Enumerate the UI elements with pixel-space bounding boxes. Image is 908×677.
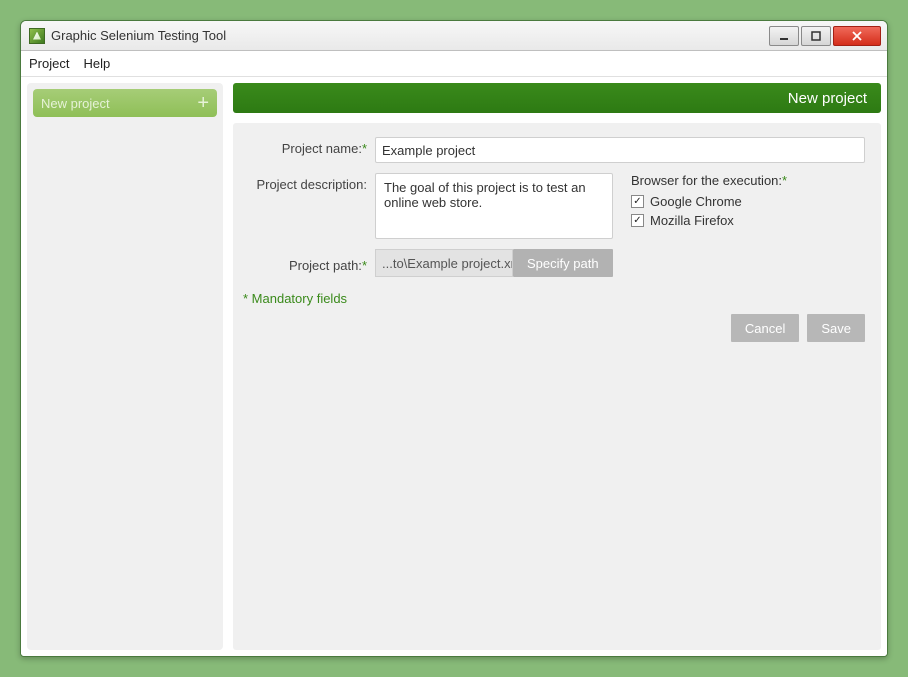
footer-buttons: Cancel Save bbox=[243, 314, 865, 342]
label-project-description: Project description: bbox=[243, 173, 375, 192]
main-panel: New project Project name:* Project descr… bbox=[233, 83, 881, 650]
app-icon bbox=[29, 28, 45, 44]
label-project-path: Project path:* bbox=[243, 254, 375, 273]
main-header: New project bbox=[233, 83, 881, 113]
mandatory-note: * Mandatory fields bbox=[243, 291, 865, 306]
sidebar-item-label: New project bbox=[41, 96, 197, 111]
project-path-display: ...to\Example project.xml bbox=[375, 249, 513, 277]
checkbox-icon: ✓ bbox=[631, 214, 644, 227]
cancel-button[interactable]: Cancel bbox=[731, 314, 799, 342]
menubar: Project Help bbox=[21, 51, 887, 77]
browser-heading: Browser for the execution:* bbox=[631, 173, 787, 188]
row-project-path: Project path:* ...to\Example project.xml… bbox=[243, 249, 865, 277]
form-area: Project name:* Project description: Brow… bbox=[233, 123, 881, 650]
app-window: Graphic Selenium Testing Tool Project He… bbox=[20, 20, 888, 657]
browser-option-chrome[interactable]: ✓ Google Chrome bbox=[631, 194, 787, 209]
menu-project[interactable]: Project bbox=[29, 56, 69, 71]
window-controls bbox=[769, 26, 881, 46]
row-project-name: Project name:* bbox=[243, 137, 865, 163]
plus-icon: + bbox=[197, 93, 209, 113]
titlebar: Graphic Selenium Testing Tool bbox=[21, 21, 887, 51]
sidebar: New project + bbox=[27, 83, 223, 650]
main-header-title: New project bbox=[788, 90, 867, 107]
menu-help[interactable]: Help bbox=[83, 56, 110, 71]
sidebar-item-new-project[interactable]: New project + bbox=[33, 89, 217, 117]
minimize-button[interactable] bbox=[769, 26, 799, 46]
save-button[interactable]: Save bbox=[807, 314, 865, 342]
close-icon bbox=[851, 31, 863, 41]
specify-path-button[interactable]: Specify path bbox=[513, 249, 613, 277]
client-area: New project + New project Project name:*… bbox=[21, 77, 887, 656]
close-button[interactable] bbox=[833, 26, 881, 46]
maximize-button[interactable] bbox=[801, 26, 831, 46]
minimize-icon bbox=[779, 31, 789, 41]
browser-section: Browser for the execution:* ✓ Google Chr… bbox=[631, 173, 787, 232]
maximize-icon bbox=[811, 31, 821, 41]
project-name-input[interactable] bbox=[375, 137, 865, 163]
browser-label: Mozilla Firefox bbox=[650, 213, 734, 228]
label-project-name: Project name:* bbox=[243, 137, 375, 163]
project-description-input[interactable] bbox=[375, 173, 613, 239]
browser-option-firefox[interactable]: ✓ Mozilla Firefox bbox=[631, 213, 787, 228]
browser-label: Google Chrome bbox=[650, 194, 742, 209]
row-project-description: Project description: Browser for the exe… bbox=[243, 173, 865, 239]
checkbox-icon: ✓ bbox=[631, 195, 644, 208]
window-title: Graphic Selenium Testing Tool bbox=[51, 28, 769, 43]
